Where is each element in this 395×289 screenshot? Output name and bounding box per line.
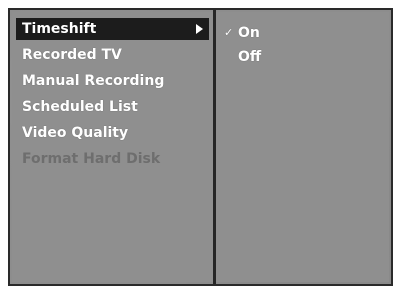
menu-item-format-hard-disk: Format Hard Disk bbox=[16, 148, 209, 170]
menu-item-label: Format Hard Disk bbox=[22, 151, 161, 167]
option-label: Off bbox=[238, 49, 262, 65]
menu-item-label: Manual Recording bbox=[22, 73, 165, 89]
triangle-right-icon bbox=[196, 24, 203, 34]
menu-item-manual-recording[interactable]: Manual Recording bbox=[16, 70, 209, 92]
osd-menu-window: Timeshift Recorded TV Manual Recording S… bbox=[8, 8, 393, 286]
option-on[interactable]: ✓ On bbox=[224, 22, 260, 44]
menu-item-label: Timeshift bbox=[22, 21, 97, 37]
option-off[interactable]: Off bbox=[224, 46, 261, 68]
option-label: On bbox=[238, 25, 260, 41]
tv-screen: Timeshift Recorded TV Manual Recording S… bbox=[0, 0, 395, 289]
main-menu-panel: Timeshift Recorded TV Manual Recording S… bbox=[12, 12, 213, 282]
menu-item-video-quality[interactable]: Video Quality bbox=[16, 122, 209, 144]
menu-item-timeshift[interactable]: Timeshift bbox=[16, 18, 209, 40]
checkmark-icon: ✓ bbox=[224, 26, 234, 39]
menu-item-recorded-tv[interactable]: Recorded TV bbox=[16, 44, 209, 66]
menu-item-label: Scheduled List bbox=[22, 99, 138, 115]
menu-item-label: Video Quality bbox=[22, 125, 129, 141]
menu-item-scheduled-list[interactable]: Scheduled List bbox=[16, 96, 209, 118]
menu-item-label: Recorded TV bbox=[22, 47, 122, 63]
submenu-panel: ✓ On Off bbox=[216, 12, 389, 282]
